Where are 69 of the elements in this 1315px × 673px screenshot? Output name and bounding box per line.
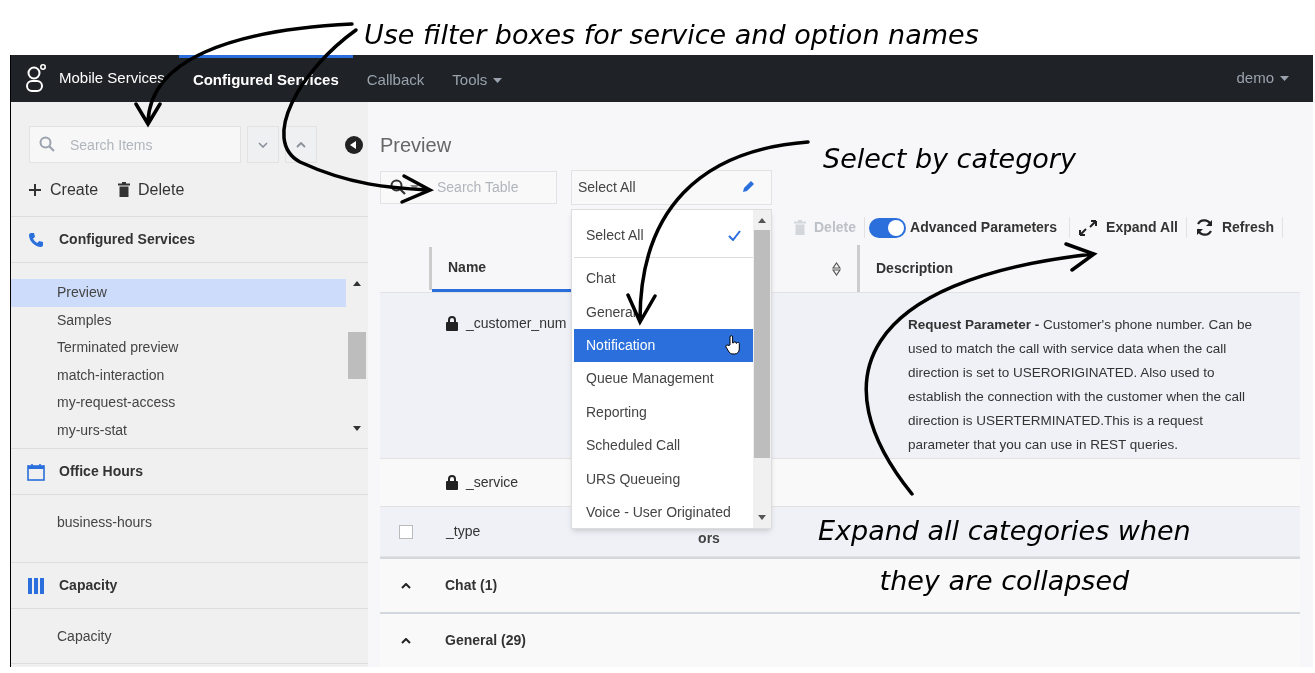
dropdown-option[interactable]: General: [574, 295, 753, 329]
category-select[interactable]: Select All: [571, 169, 772, 205]
search-field[interactable]: Search Table: [380, 170, 557, 204]
trash-icon: [118, 182, 131, 197]
lock-icon: [446, 475, 458, 490]
hand-cursor-icon: [725, 335, 741, 356]
dropdown-option[interactable]: Voice - User Originated: [574, 495, 753, 530]
chevron-down-icon: [258, 141, 268, 148]
search-icon: [39, 136, 55, 152]
scrollbar[interactable]: [753, 210, 771, 528]
annotation-text: Expand all categories when they are collapsed: [818, 514, 1191, 598]
sidebar-item[interactable]: business-hours: [11, 509, 346, 537]
caret-icon: [410, 184, 419, 190]
sidebar-item[interactable]: my-urs-stat: [11, 416, 346, 444]
sidebar-item[interactable]: Capacity: [11, 623, 346, 651]
collapse-icon[interactable]: [345, 135, 363, 154]
phone-icon: [27, 231, 45, 248]
table-cell-text: _customer_num: [466, 314, 567, 333]
annotation-text: Use filter boxes for service and option names: [364, 18, 979, 52]
caret-up-icon[interactable]: [401, 582, 411, 589]
app-title: Mobile Services: [59, 68, 165, 89]
bars-icon: [27, 577, 45, 594]
table-cell-text: ors: [698, 529, 720, 548]
sidebar-item[interactable]: my-request-access: [11, 389, 346, 417]
checkbox[interactable]: [399, 524, 413, 539]
section-title: Configured Services: [59, 230, 196, 249]
caret-icon: [1280, 76, 1289, 81]
refresh-icon: [1194, 218, 1214, 238]
dropdown-option[interactable]: Reporting: [574, 395, 753, 429]
expand-all-button[interactable]: Expand All: [1070, 217, 1187, 239]
caret-icon: [493, 77, 503, 83]
sort-icon: [832, 261, 841, 276]
delete-button[interactable]: Delete: [118, 177, 185, 202]
table-cell-text: _type: [446, 522, 481, 541]
dropdown-option[interactable]: Scheduled Call: [574, 428, 753, 463]
section-title: Office Hours: [59, 462, 143, 481]
dropdown-option[interactable]: URS Queueing: [574, 462, 753, 496]
plus-icon: [28, 182, 42, 197]
dropdown-option[interactable]: Queue Management: [574, 362, 753, 396]
logo-icon: [25, 63, 47, 94]
sidebar-item[interactable]: match-interaction: [11, 361, 346, 389]
toggle-label: Advanced Parameters: [910, 218, 1059, 238]
pencil-icon: [741, 180, 755, 195]
description-text: Request Parameter - Customer's phone number. Can be used to match the call with service data when the call direction is set to USERORIGINATED. Also used to establish the connection with the customer when the call direction is USERTERMINATED.This is a request parameter that you can use in REST queries.: [908, 316, 1253, 454]
lock-icon: [446, 316, 458, 331]
create-button[interactable]: Create: [28, 177, 99, 202]
refresh-button[interactable]: Refresh: [1186, 217, 1284, 239]
group-title[interactable]: Chat (1): [445, 575, 498, 596]
sidebar-item[interactable]: Preview: [11, 279, 346, 307]
nav-tab[interactable]: Tools: [438, 55, 517, 102]
dropdown-option[interactable]: Chat: [574, 262, 753, 296]
search-field[interactable]: Search Items: [29, 126, 241, 163]
trash-icon: [794, 220, 806, 236]
caret-up-icon[interactable]: [401, 637, 411, 644]
group-title[interactable]: General (29): [445, 630, 526, 651]
calendar-icon: [27, 462, 45, 481]
dropdown-option[interactable]: Notification: [574, 328, 753, 363]
page-title: Preview: [380, 134, 452, 156]
section-title: Capacity: [59, 576, 118, 595]
expand-icon: [1078, 218, 1099, 237]
sidebar-item[interactable]: Samples: [11, 306, 346, 334]
sidebar-item[interactable]: Terminated preview: [11, 334, 346, 362]
table-cell-text: _service: [466, 473, 519, 492]
nav-tab[interactable]: Callback: [352, 55, 439, 102]
search-icon: [390, 178, 406, 195]
user-menu[interactable]: demo: [1236, 67, 1289, 90]
chevron-up-icon: [296, 141, 306, 148]
column-header[interactable]: Description: [860, 245, 1300, 292]
toggle-switch[interactable]: [869, 217, 907, 238]
